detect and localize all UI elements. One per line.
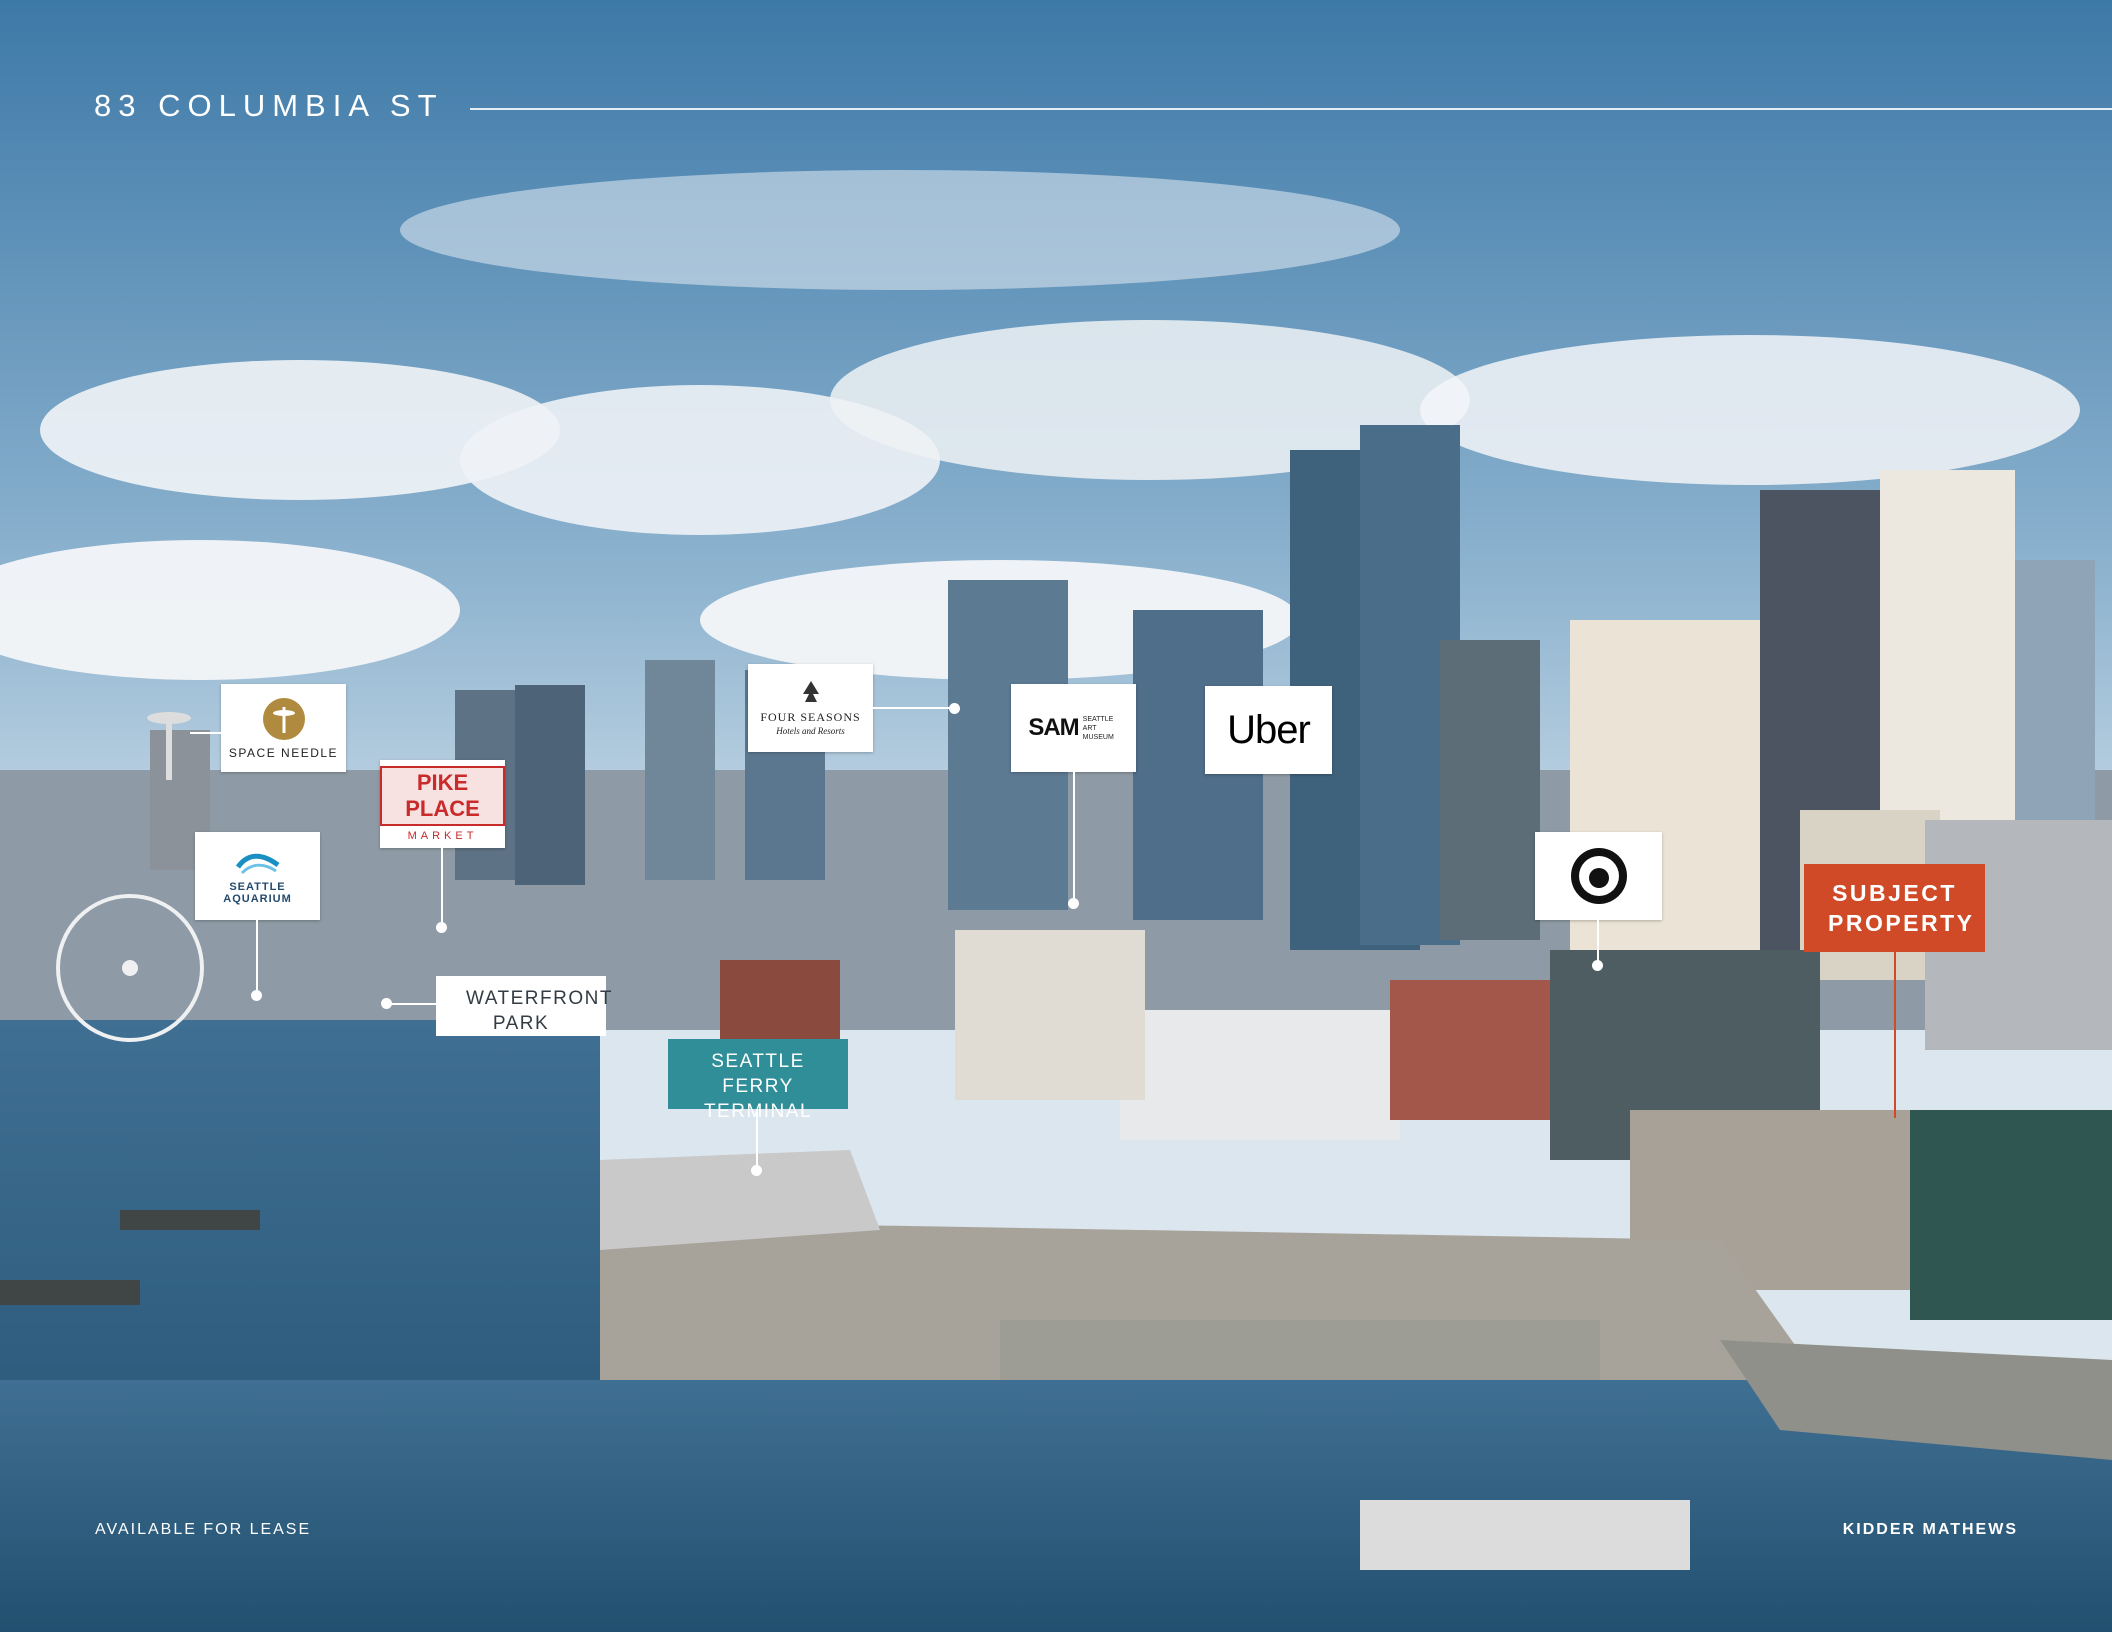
tree-icon xyxy=(802,681,819,702)
wave-icon xyxy=(235,853,279,875)
pike-place-logo-subtext: MARKET xyxy=(407,830,478,842)
top-pot-logo xyxy=(1535,832,1662,920)
waterfront-park-marker xyxy=(381,998,392,1009)
page-title: 83 COLUMBIA ST xyxy=(94,88,444,123)
subject-property-label: SUBJECT PROPERTY xyxy=(1804,864,1985,952)
ferry-terminal-marker xyxy=(751,1165,762,1176)
ferry-terminal-leader xyxy=(756,1109,758,1171)
aerial-photo xyxy=(0,0,2112,1632)
four-seasons-logo-subtext: Hotels and Resorts xyxy=(776,726,845,736)
uber-logo-text: Uber xyxy=(1227,707,1311,752)
subject-property-leader xyxy=(1894,952,1896,1118)
sam-logo-text: SEATTLE ART MUSEUM xyxy=(1082,715,1114,741)
four-seasons-marker xyxy=(949,703,960,714)
aquarium-marker xyxy=(251,990,262,1001)
seattle-aquarium-logo: SEATTLE AQUARIUM xyxy=(195,832,320,920)
space-needle-icon xyxy=(262,697,305,740)
pike-place-leader xyxy=(441,848,443,928)
top-pot-badge-icon xyxy=(1570,848,1627,904)
pike-place-marker xyxy=(436,922,447,933)
space-needle-logo-text: SPACE NEEDLE xyxy=(228,745,339,760)
top-pot-marker xyxy=(1592,960,1603,971)
pike-place-market-logo: PIKE PLACE MARKET xyxy=(380,760,505,848)
four-seasons-leader xyxy=(873,707,953,709)
waterfront-park-label: WATERFRONT PARK xyxy=(436,976,611,1036)
seattle-art-museum-logo: SAM SEATTLE ART MUSEUM xyxy=(1011,684,1136,772)
top-pot-leader xyxy=(1597,920,1599,962)
space-needle-logo: SPACE NEEDLE xyxy=(221,684,346,772)
space-needle-leader xyxy=(190,732,221,734)
availability-footer: AVAILABLE FOR LEASE xyxy=(95,1521,312,1538)
sam-leader xyxy=(1073,772,1075,904)
aquarium-leader xyxy=(256,920,258,996)
waterfront-park-leader xyxy=(390,1003,436,1005)
seattle-ferry-terminal-label: SEATTLE FERRY TERMINAL xyxy=(668,1039,848,1122)
uber-logo: Uber xyxy=(1205,686,1332,774)
seattle-aquarium-logo-text: SEATTLE AQUARIUM xyxy=(223,881,292,905)
four-seasons-logo-text: FOUR SEASONS xyxy=(760,710,861,724)
sam-logo-mark: SAM xyxy=(1028,714,1079,741)
brand-footer: KIDDER MATHEWS xyxy=(1842,1521,2018,1538)
pike-place-logo-text: PIKE PLACE xyxy=(380,766,505,826)
header-divider xyxy=(470,108,2112,110)
four-seasons-logo: FOUR SEASONS Hotels and Resorts xyxy=(748,664,873,752)
sam-marker xyxy=(1068,898,1079,909)
